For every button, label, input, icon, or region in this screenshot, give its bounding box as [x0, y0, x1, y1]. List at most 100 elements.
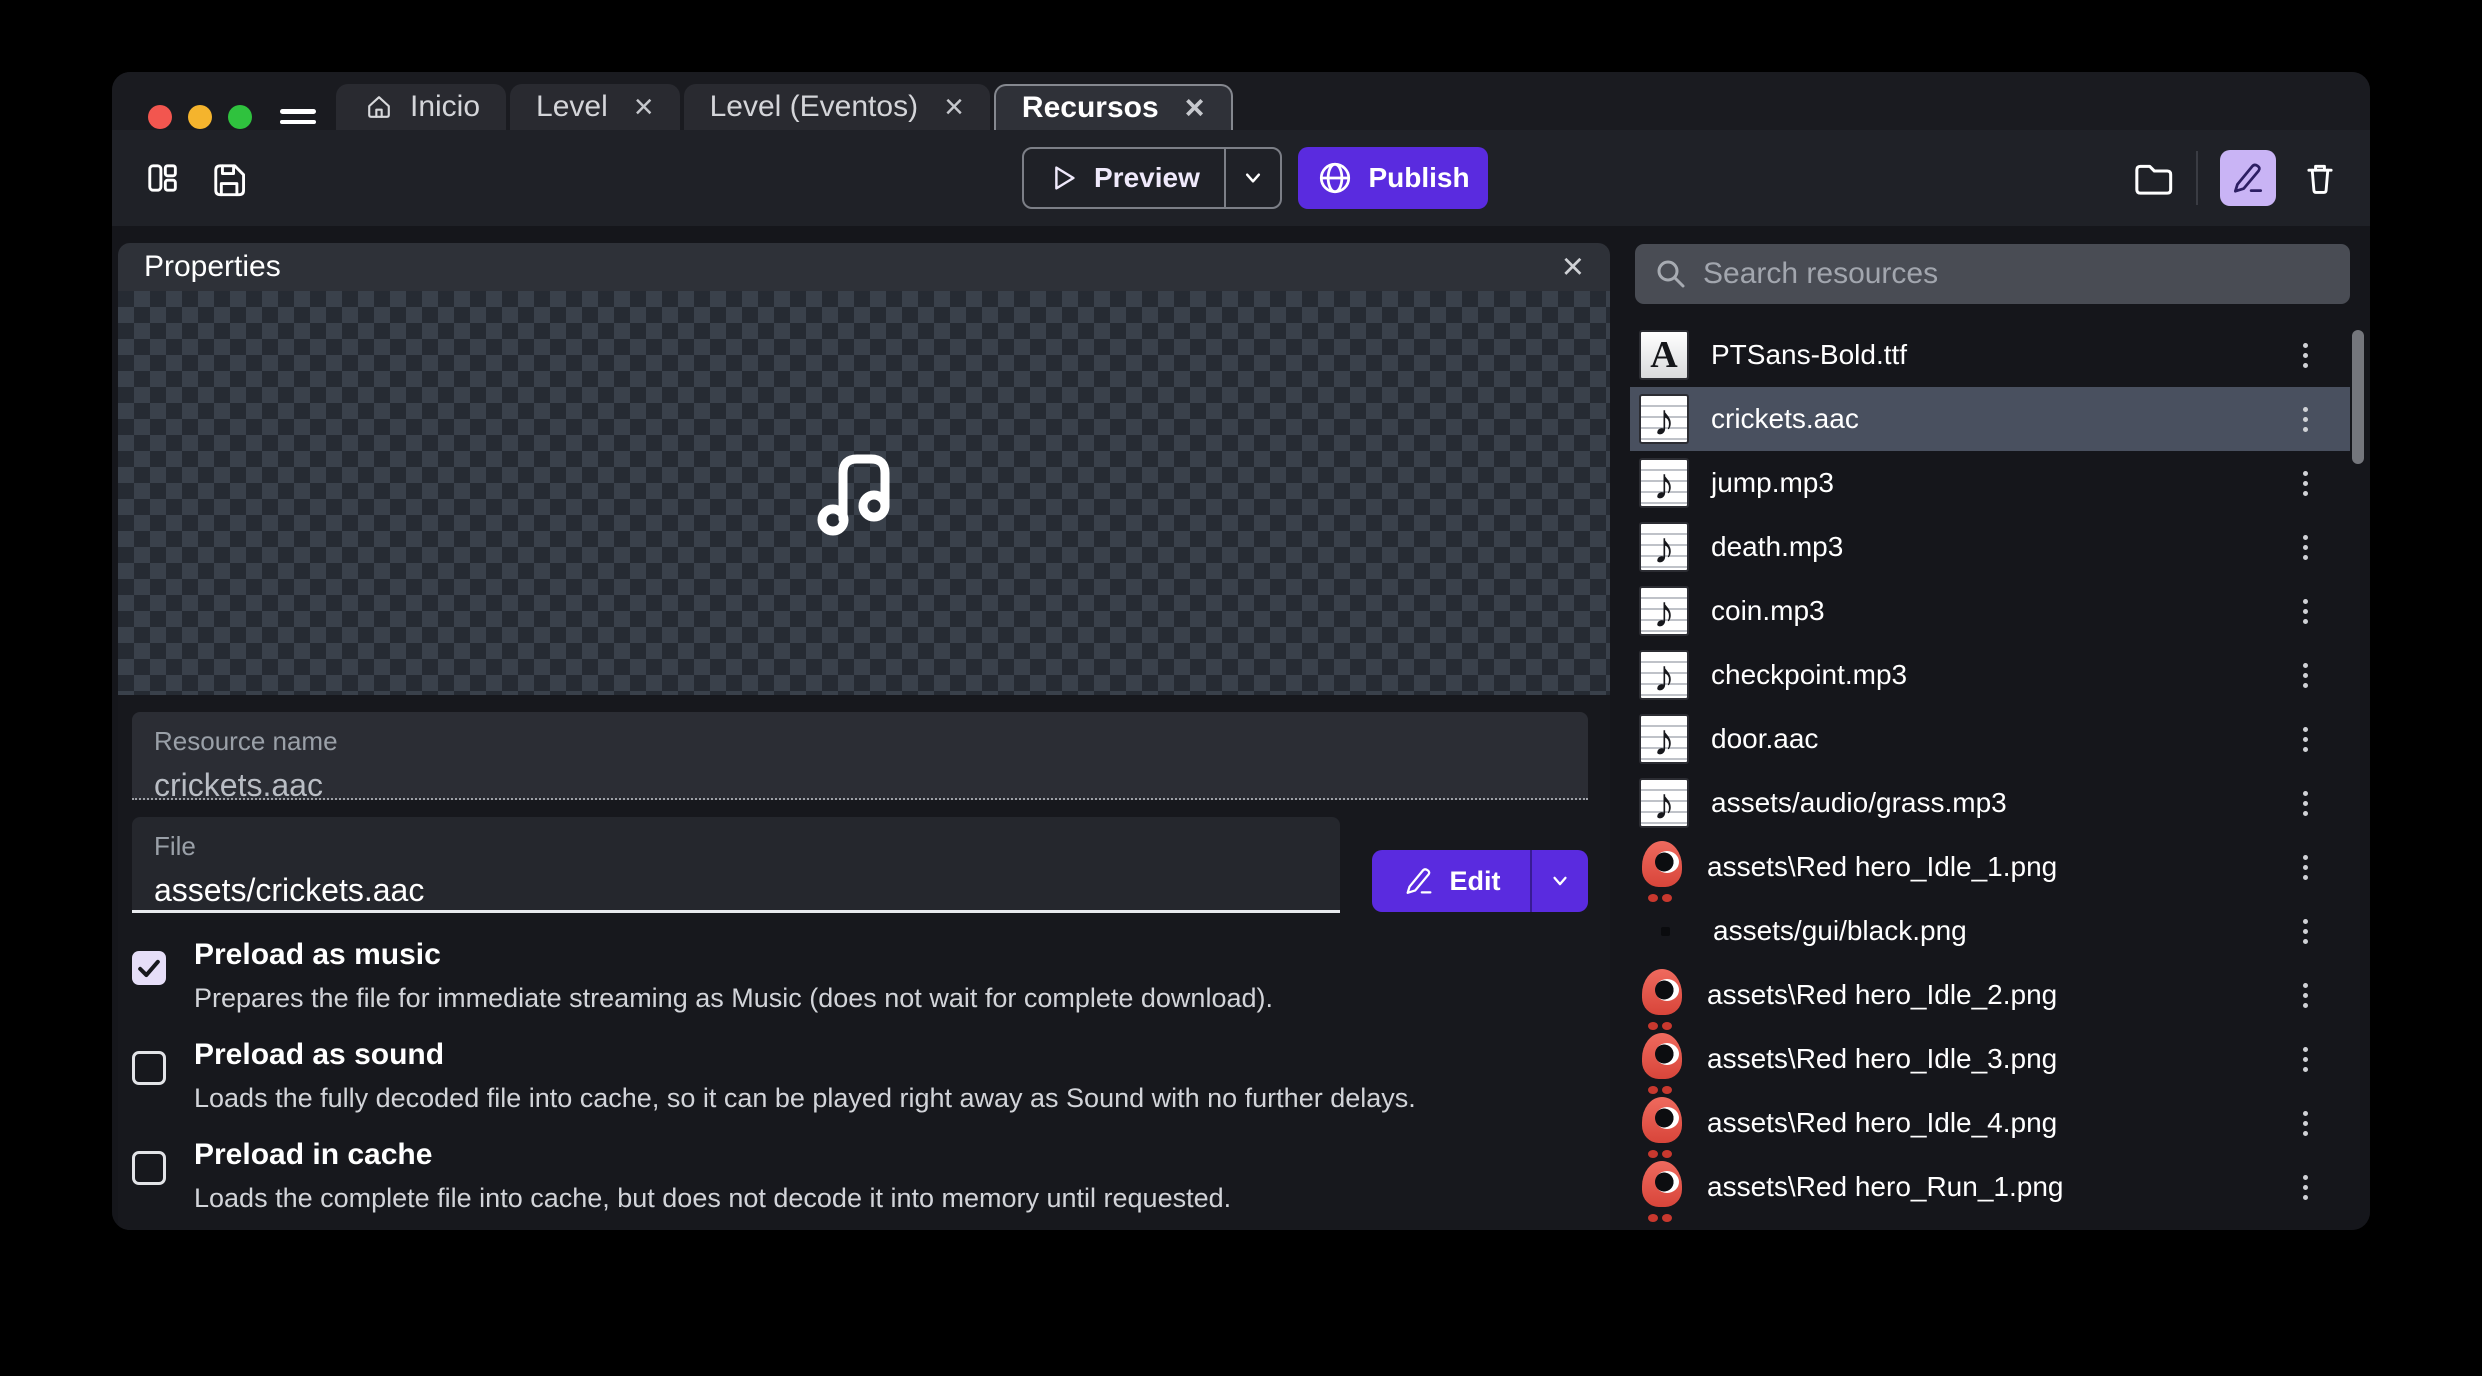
resource-label: checkpoint.mp3 — [1711, 659, 1907, 691]
resource-row[interactable]: door.aac — [1630, 707, 2350, 771]
resource-row[interactable]: assets\Red hero_Run_1.png — [1630, 1155, 2350, 1219]
row-menu-button[interactable] — [2290, 911, 2320, 951]
pencil-icon — [1402, 864, 1436, 898]
close-properties-button[interactable]: × — [1562, 248, 1584, 286]
row-menu-button[interactable] — [2290, 1039, 2320, 1079]
tab-level-eventos[interactable]: Level (Eventos) × — [684, 84, 990, 130]
properties-title: Properties — [144, 250, 281, 284]
red-hero-sprite-icon — [1639, 1095, 1685, 1151]
resource-row[interactable]: coin.mp3 — [1630, 579, 2350, 643]
preload-as-sound-checkbox[interactable] — [132, 1051, 166, 1085]
file-value: assets/crickets.aac — [154, 872, 1318, 909]
search-input[interactable] — [1703, 257, 2263, 291]
font-file-icon — [1639, 330, 1689, 380]
project-manager-button[interactable] — [140, 156, 184, 200]
publish-button[interactable]: Publish — [1298, 147, 1488, 209]
pencil-icon — [2229, 159, 2267, 197]
resource-row[interactable]: checkpoint.mp3 — [1630, 643, 2350, 707]
resource-list: PTSans-Bold.ttf crickets.aac jump.mp3 de… — [1630, 323, 2350, 1219]
save-icon — [208, 158, 248, 198]
resource-label: assets\Red hero_Idle_3.png — [1707, 1043, 2057, 1075]
tab-close-icon[interactable]: × — [944, 92, 964, 122]
resource-row[interactable]: assets\Red hero_Idle_4.png — [1630, 1091, 2350, 1155]
row-menu-button[interactable] — [2290, 655, 2320, 695]
row-menu-button[interactable] — [2290, 719, 2320, 759]
preload-as-music-checkbox[interactable] — [132, 951, 166, 985]
close-window-button[interactable] — [148, 105, 172, 129]
home-icon — [362, 90, 396, 124]
tab-close-icon[interactable]: × — [634, 92, 654, 122]
preload-in-cache-checkbox[interactable] — [132, 1151, 166, 1185]
file-label: File — [154, 831, 1318, 862]
toolbar-center: Preview Publish — [1022, 147, 1488, 209]
publish-label: Publish — [1368, 162, 1469, 194]
music-note-icon — [809, 443, 919, 543]
tab-inicio[interactable]: Inicio — [336, 84, 506, 130]
maximize-window-button[interactable] — [228, 105, 252, 129]
row-menu-button[interactable] — [2290, 335, 2320, 375]
row-menu-button[interactable] — [2290, 591, 2320, 631]
resource-label: jump.mp3 — [1711, 467, 1834, 499]
resource-name-value: crickets.aac — [154, 767, 1566, 804]
scrollbar-thumb[interactable] — [2352, 330, 2364, 464]
tab-level[interactable]: Level × — [510, 84, 680, 130]
resource-row[interactable]: assets\Red hero_Idle_2.png — [1630, 963, 2350, 1027]
resource-row[interactable]: crickets.aac — [1630, 387, 2350, 451]
preview-options-button[interactable] — [1224, 149, 1280, 207]
toolbar-left — [140, 156, 250, 200]
edit-mode-button[interactable] — [2220, 150, 2276, 206]
row-menu-button[interactable] — [2290, 975, 2320, 1015]
play-icon — [1046, 161, 1080, 195]
red-hero-sprite-icon — [1639, 1159, 1685, 1215]
resource-label: assets/audio/grass.mp3 — [1711, 787, 2007, 819]
preload-in-cache-row: Preload in cache Loads the complete file… — [132, 1138, 1552, 1214]
resource-row[interactable]: assets/audio/grass.mp3 — [1630, 771, 2350, 835]
folder-icon — [2131, 157, 2173, 199]
window-controls — [148, 105, 252, 129]
preload-as-music-row: Preload as music Prepares the file for i… — [132, 938, 1552, 1014]
resource-row[interactable]: PTSans-Bold.ttf — [1630, 323, 2350, 387]
checkbox-label: Preload as sound — [194, 1038, 1416, 1072]
audio-file-icon — [1639, 778, 1689, 828]
red-hero-sprite-icon — [1639, 1031, 1685, 1087]
resource-row[interactable]: death.mp3 — [1630, 515, 2350, 579]
tab-recursos[interactable]: Recursos × — [994, 84, 1233, 130]
resource-row[interactable]: jump.mp3 — [1630, 451, 2350, 515]
minimize-window-button[interactable] — [188, 105, 212, 129]
resource-label: assets/gui/black.png — [1713, 915, 1967, 947]
scrollbar[interactable] — [2352, 226, 2364, 1230]
tab-close-icon[interactable]: × — [1185, 93, 1205, 123]
resource-label: PTSans-Bold.ttf — [1711, 339, 1907, 371]
audio-file-icon — [1639, 586, 1689, 636]
audio-file-icon — [1639, 458, 1689, 508]
resource-label: assets\Red hero_Idle_4.png — [1707, 1107, 2057, 1139]
resource-row[interactable]: assets\Red hero_Idle_3.png — [1630, 1027, 2350, 1091]
row-menu-button[interactable] — [2290, 1167, 2320, 1207]
row-menu-button[interactable] — [2290, 399, 2320, 439]
resource-name-field[interactable]: Resource name crickets.aac — [132, 712, 1588, 800]
tab-label: Level (Eventos) — [710, 90, 918, 124]
save-button[interactable] — [206, 156, 250, 200]
row-menu-button[interactable] — [2290, 1103, 2320, 1143]
resource-name-label: Resource name — [154, 726, 1566, 757]
tab-label: Recursos — [1022, 91, 1159, 125]
delete-resource-button[interactable] — [2298, 156, 2342, 200]
tab-label: Inicio — [410, 90, 480, 124]
row-menu-button[interactable] — [2290, 783, 2320, 823]
resource-row[interactable]: assets/gui/black.png — [1630, 899, 2350, 963]
resource-label: coin.mp3 — [1711, 595, 1825, 627]
row-menu-button[interactable] — [2290, 527, 2320, 567]
audio-file-icon — [1639, 394, 1689, 444]
row-menu-button[interactable] — [2290, 463, 2320, 503]
file-field[interactable]: File assets/crickets.aac — [132, 817, 1340, 913]
preview-button[interactable]: Preview — [1024, 149, 1224, 207]
search-bar[interactable] — [1635, 244, 2350, 304]
preview-button-group: Preview — [1022, 147, 1282, 209]
edit-button[interactable]: Edit — [1372, 850, 1530, 912]
row-menu-button[interactable] — [2290, 847, 2320, 887]
preview-label: Preview — [1094, 162, 1200, 194]
edit-options-button[interactable] — [1530, 850, 1588, 912]
resource-row[interactable]: assets\Red hero_Idle_1.png — [1630, 835, 2350, 899]
open-folder-button[interactable] — [2130, 156, 2174, 200]
black-image-icon — [1639, 905, 1691, 957]
